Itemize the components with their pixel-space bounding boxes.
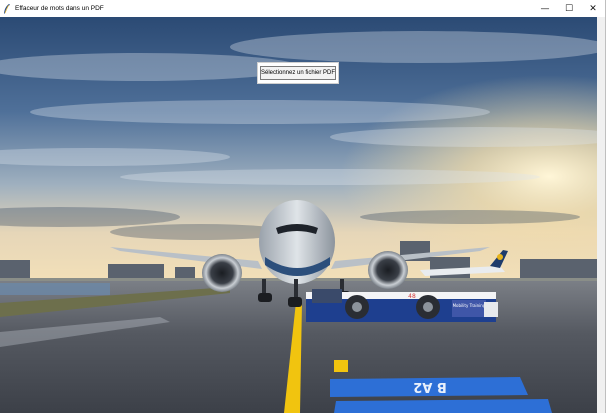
feather-icon xyxy=(3,3,11,14)
vehicle-label: Mobility Training xyxy=(453,303,486,308)
select-pdf-button[interactable]: Sélectionnez un fichier PDF xyxy=(260,66,336,80)
app-window: Effaceur de mots dans un PDF — ☐ ✕ B A2 … xyxy=(0,0,606,413)
maximize-button[interactable]: ☐ xyxy=(557,0,581,17)
window-border xyxy=(597,17,605,413)
minimize-button[interactable]: — xyxy=(533,0,557,17)
ground-marking-text: B A2 xyxy=(413,379,447,394)
maximize-icon: ☐ xyxy=(564,3,574,14)
close-icon: ✕ xyxy=(589,3,597,14)
title-bar: Effaceur de mots dans un PDF — ☐ ✕ xyxy=(0,0,605,17)
minimize-icon: — xyxy=(540,3,550,14)
vehicle-number: 48 xyxy=(408,293,416,300)
background-image: B A2 Mobility Training 48 Sélectionnez u… xyxy=(0,17,597,413)
window-title: Effaceur de mots dans un PDF xyxy=(15,5,104,12)
select-pdf-button-frame[interactable]: Sélectionnez un fichier PDF xyxy=(257,62,339,84)
close-button[interactable]: ✕ xyxy=(581,0,605,17)
select-pdf-button-label: Sélectionnez un fichier PDF xyxy=(260,70,336,76)
window-controls: — ☐ ✕ xyxy=(533,0,605,17)
